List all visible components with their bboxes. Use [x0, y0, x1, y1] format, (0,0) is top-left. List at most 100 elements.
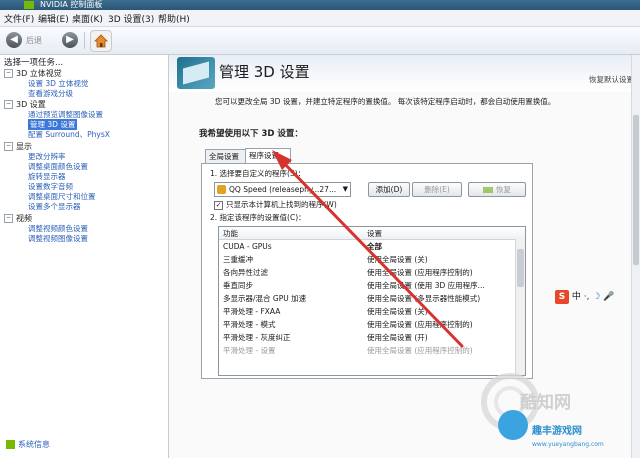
collapse-icon[interactable]: − [4, 69, 13, 78]
checkbox-label: 只显示本计算机上找到的程序(W) [226, 200, 337, 209]
site-url-watermark: www.yueyangbang.com [532, 441, 604, 448]
row-setting: 使用全局设置 (多显示器性能模式) [367, 294, 481, 303]
tree-node-label: 3D 立体视觉 [16, 69, 62, 78]
column-feature[interactable]: 功能 [223, 228, 238, 239]
restore-program-button[interactable]: 恢复 [468, 182, 526, 197]
tree-node-label: 3D 设置 [16, 100, 46, 109]
table-row[interactable]: 各向异性过滤 使用全局设置 (应用程序控制的) [219, 266, 515, 279]
toolbar-separator [84, 32, 85, 49]
row-setting: 使用全局设置 (使用 3D 应用程序... [367, 281, 485, 290]
nvidia-logo-icon [24, 1, 34, 9]
row-setting: 使用全局设置 (关) [367, 307, 428, 316]
tree-item-video-image[interactable]: 调整视频图像设置 [28, 233, 88, 244]
table-row[interactable]: CUDA - GPUs 全部 [219, 240, 515, 253]
row-feature: 各向异性过滤 [223, 268, 268, 277]
back-button[interactable]: ◀ [6, 32, 22, 48]
row-setting: 使用全局设置 (关) [367, 255, 428, 264]
ime-mode-label: 中 [571, 292, 581, 302]
scrollbar-thumb[interactable] [517, 249, 524, 287]
forward-button[interactable]: ▶ [62, 32, 78, 48]
row-feature: 三重缓冲 [223, 255, 253, 264]
system-info-label: 系统信息 [18, 440, 50, 449]
section-heading: 我希望使用以下 3D 设置： [199, 129, 303, 139]
page-title: 管理 3D 设置 [219, 63, 310, 81]
grid-header: 功能 设置 [219, 227, 525, 240]
collapse-icon[interactable]: − [4, 214, 13, 223]
row-setting: 全部 [367, 242, 382, 251]
collapse-icon[interactable]: − [4, 100, 13, 109]
grid-scrollbar[interactable] [515, 239, 525, 375]
home-icon [94, 34, 108, 48]
show-found-programs-checkbox[interactable]: ✓ 只显示本计算机上找到的程序(W) [214, 199, 337, 210]
sogou-ime-icon: S [555, 290, 569, 304]
back-label: 后退 [26, 36, 42, 45]
restore-label: 恢复 [496, 185, 511, 194]
scrollbar-thumb[interactable] [633, 115, 639, 265]
tree-item-game-ratings[interactable]: 查看游戏分级 [28, 88, 73, 99]
row-setting: 使用全局设置 (应用程序控制的) [367, 346, 473, 355]
row-feature: 垂直同步 [223, 281, 253, 290]
row-setting: 使用全局设置 (应用程序控制的) [367, 268, 473, 277]
column-setting[interactable]: 设置 [367, 228, 382, 239]
tree-node-label: 显示 [16, 142, 32, 151]
tree-item-multiple-displays[interactable]: 设置多个显示器 [28, 201, 81, 212]
tree-item-configure-surround[interactable]: 配置 Surround、PhysX [28, 129, 110, 140]
row-setting: 使用全局设置 (开) [367, 333, 428, 342]
add-program-button[interactable]: 添加(D) [368, 182, 410, 197]
task-header: 选择一项任务... [4, 58, 64, 68]
3d-settings-icon [177, 57, 215, 89]
table-row[interactable]: 平滑处理 - 设置 使用全局设置 (应用程序控制的) [219, 344, 515, 357]
restore-icon [483, 187, 493, 193]
site-logo-icon [498, 410, 528, 440]
table-row[interactable]: 多显示器/混合 GPU 加速 使用全局设置 (多显示器性能模式) [219, 292, 515, 305]
table-row[interactable]: 平滑处理 - FXAA 使用全局设置 (关) [219, 305, 515, 318]
step2-label: 2. 指定该程序的设置值(C)： [210, 213, 306, 222]
tab-global-settings[interactable]: 全局设置 [205, 149, 247, 164]
menu-edit[interactable]: 编辑(E) [38, 12, 69, 25]
menu-file[interactable]: 文件(F) [4, 12, 34, 25]
window-title: NVIDIA 控制面板 [40, 0, 103, 9]
row-setting: 使用全局设置 (应用程序控制的) [367, 320, 473, 329]
qq-speed-icon [217, 185, 226, 194]
row-feature: 多显示器/混合 GPU 加速 [223, 294, 307, 303]
menu-bar: 文件(F) 编辑(E) 桌面(K) 3D 设置(3) 帮助(H) [0, 10, 640, 27]
table-row[interactable]: 平滑处理 - 灰度纠正 使用全局设置 (开) [219, 331, 515, 344]
row-feature: 平滑处理 - 灰度纠正 [223, 333, 291, 342]
checkbox-icon: ✓ [214, 200, 223, 210]
info-icon [6, 440, 15, 449]
collapse-icon[interactable]: − [4, 142, 13, 151]
moon-icon[interactable]: ☽ [592, 292, 600, 302]
restore-defaults-link[interactable]: 恢复默认设置 [589, 74, 634, 85]
feature-settings-grid: 功能 设置 CUDA - GPUs 全部 三重缓冲 使用全局设置 (关) 各向异性过… [218, 226, 526, 376]
home-button[interactable] [90, 30, 112, 52]
task-pane: 选择一项任务... −3D 立体视觉 设置 3D 立体视觉 查看游戏分级 −3D… [0, 55, 169, 458]
program-settings-panel: 1. 选择要自定义的程序(S)： QQ Speed (releasephy...… [201, 163, 533, 379]
title-bar: NVIDIA 控制面板 [0, 0, 640, 10]
page-description: 您可以更改全局 3D 设置，并建立特定程序的置换值。 每次该特定程序启动时，都会… [215, 97, 556, 106]
row-feature: 平滑处理 - 设置 [223, 346, 276, 355]
row-feature: 平滑处理 - 模式 [223, 320, 276, 329]
microphone-icon[interactable]: 🎤 [603, 292, 614, 302]
page-banner: 管理 3D 设置 恢复默认设置 [169, 55, 640, 92]
program-select[interactable]: QQ Speed (releasephy...27... ▼ [214, 182, 351, 197]
chevron-down-icon: ▼ [342, 185, 348, 193]
step1-label: 1. 选择要自定义的程序(S)： [210, 169, 306, 178]
menu-help[interactable]: 帮助(H) [158, 12, 190, 25]
tab-program-settings[interactable]: 程序设置 [245, 148, 291, 164]
menu-3d-settings[interactable]: 3D 设置(3) [108, 12, 154, 25]
table-row[interactable]: 三重缓冲 使用全局设置 (关) [219, 253, 515, 266]
tree-node-label: 视频 [16, 214, 32, 223]
content-scrollbar[interactable] [631, 55, 640, 458]
menu-desktop[interactable]: 桌面(K) [72, 12, 103, 25]
site-watermark: 趣丰游戏网 [532, 426, 582, 437]
row-feature: CUDA - GPUs [223, 242, 272, 251]
remove-program-button[interactable]: 删除(E) [412, 182, 462, 197]
punctuation-icon[interactable]: ·, [584, 292, 590, 302]
table-row[interactable]: 平滑处理 - 模式 使用全局设置 (应用程序控制的) [219, 318, 515, 331]
program-select-value: QQ Speed (releasephy...27... [229, 185, 337, 194]
system-info-link[interactable]: 系统信息 [6, 439, 50, 450]
brand-watermark: 酷知网 [520, 393, 571, 413]
ime-toolbar[interactable]: S 中 ·, ☽ 🎤 [555, 289, 640, 305]
toolbar: ◀ 后退 ▶ [0, 27, 640, 55]
table-row[interactable]: 垂直同步 使用全局设置 (使用 3D 应用程序... [219, 279, 515, 292]
